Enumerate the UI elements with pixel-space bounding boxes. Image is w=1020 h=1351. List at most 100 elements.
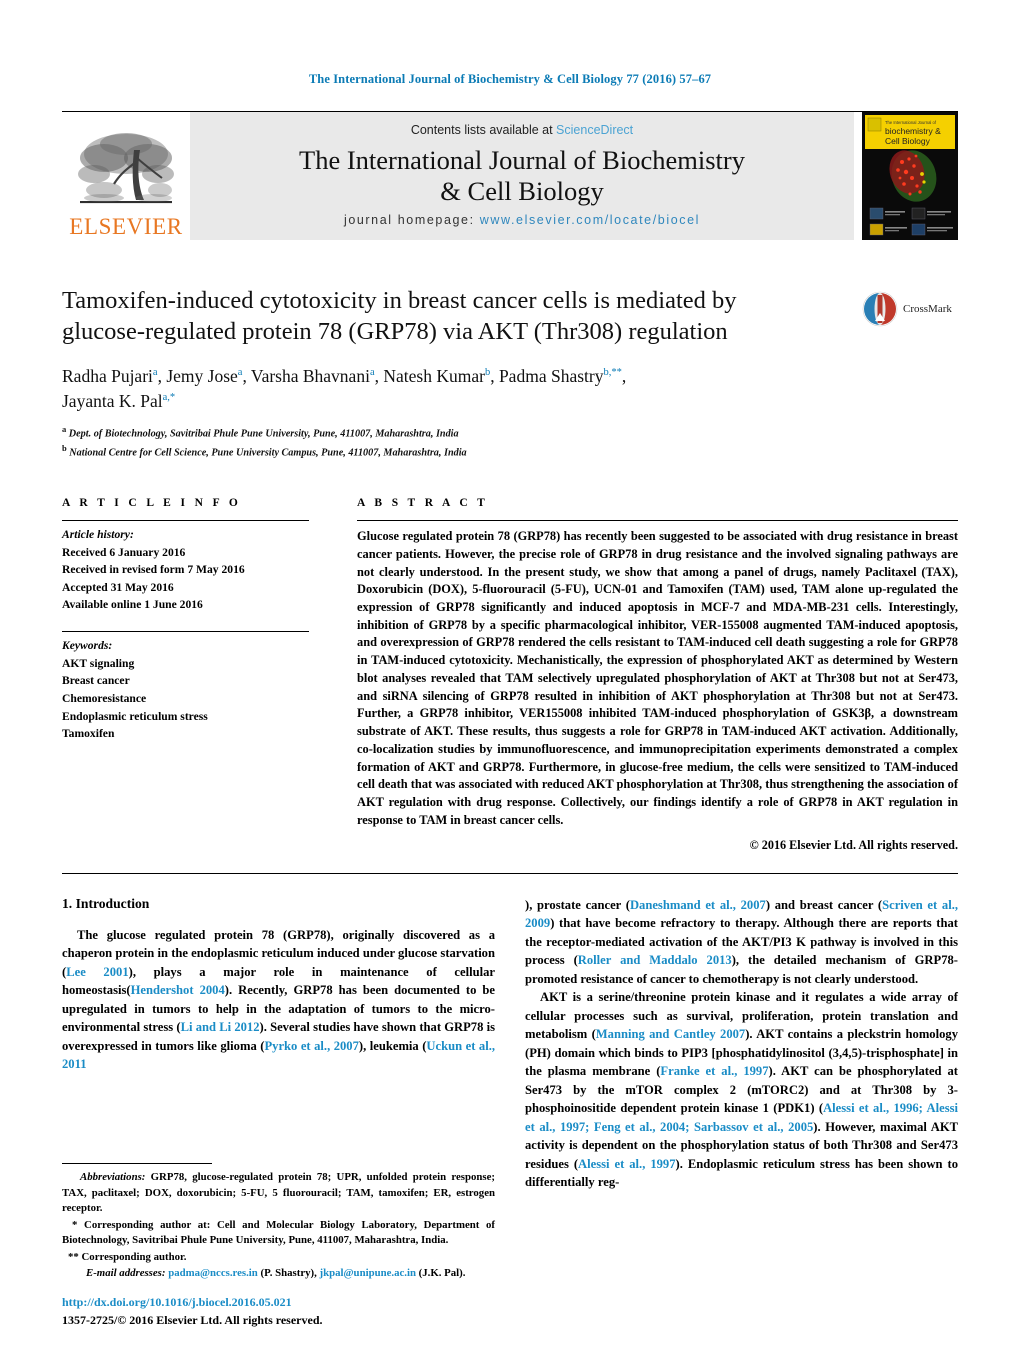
- sciencedirect-link[interactable]: ScienceDirect: [556, 123, 633, 137]
- author-item: Varsha Bhavnania: [251, 366, 375, 386]
- contents-lists-line: Contents lists available at ScienceDirec…: [411, 123, 633, 137]
- author-item: Jayanta K. Pala,*: [62, 391, 175, 411]
- affiliation-text: Dept. of Biotechnology, Savitribai Phule…: [68, 428, 459, 440]
- journal-cover-thumbnail: The International Journal of biochemistr…: [862, 112, 958, 240]
- author-name: Natesh Kumar: [383, 366, 485, 386]
- abstract-copyright: © 2016 Elsevier Ltd. All rights reserved…: [749, 837, 958, 852]
- abstract-rule: [357, 520, 958, 522]
- article-title-line-1: Tamoxifen-induced cytotoxicity in breast…: [62, 287, 737, 314]
- abstract-heading: A B S T R A C T: [357, 497, 489, 510]
- history-item: Received in revised form 7 May 2016: [62, 563, 245, 577]
- text-run: ), leukemia (: [358, 1038, 427, 1053]
- elsevier-logo: ELSEVIER: [62, 112, 190, 240]
- crossmark-badge[interactable]: CrossMark: [862, 288, 958, 330]
- citation-link[interactable]: Hendershot 2004: [131, 983, 225, 997]
- crossmark-icon: [862, 291, 898, 327]
- intro-paragraph-left: The glucose regulated protein 78 (GRP78)…: [62, 926, 495, 1074]
- author-name: Jayanta K. Pal: [62, 390, 163, 411]
- contents-prefix: Contents lists available at: [410, 122, 557, 137]
- svg-text:biochemistry &: biochemistry &: [885, 126, 941, 136]
- elsevier-wordmark: ELSEVIER: [69, 214, 183, 239]
- article-title-line-2: glucose-regulated protein 78 (GRP78) via…: [62, 317, 728, 345]
- info-abstract-section: A R T I C L E I N F O Article history: R…: [62, 497, 958, 852]
- author-name: Padma Shastry: [498, 366, 604, 386]
- abstract-column: A B S T R A C T Glucose regulated protei…: [352, 497, 958, 852]
- author-name: Varsha Bhavnani: [250, 366, 370, 386]
- journal-article-page: The International Journal of Biochemistr…: [0, 0, 1020, 1351]
- footnote-block: Abbreviations: GRP78, glucose-regulated …: [62, 1163, 495, 1283]
- article-info-heading: A R T I C L E I N F O: [62, 497, 242, 510]
- journal-cover-image: The International Journal of biochemistr…: [862, 112, 958, 240]
- email-link-shastry[interactable]: padma@nccs.res.in: [168, 1267, 258, 1279]
- article-info-rule: [62, 520, 309, 522]
- author-affil-marker: a,*: [162, 392, 176, 404]
- running-head: The International Journal of Biochemistr…: [308, 72, 712, 86]
- author-item: Jemy Josea: [166, 366, 242, 386]
- history-item: Received 6 January 2016: [62, 545, 186, 559]
- citation-link[interactable]: Li and Li 2012: [181, 1020, 260, 1034]
- intro-paragraph-right-1: ), prostate cancer (Daneshmand et al., 2…: [525, 896, 958, 989]
- body-columns: 1. Introduction The glucose regulated pr…: [62, 896, 958, 1192]
- page-title: Tamoxifen-induced cytotoxicity in breast…: [62, 286, 862, 347]
- citation-link[interactable]: Daneshmand et al., 2007: [630, 898, 766, 912]
- section-title-introduction: 1. Introduction: [62, 895, 150, 911]
- affiliation-list: a Dept. of Biotechnology, Savitribai Phu…: [62, 423, 958, 461]
- article-info-column: A R T I C L E I N F O Article history: R…: [62, 497, 352, 852]
- article-history-label: Article history:: [62, 528, 134, 542]
- citation-link[interactable]: Lee 2001: [66, 965, 128, 979]
- footnote-rule: [62, 1163, 212, 1165]
- body-column-left: 1. Introduction The glucose regulated pr…: [62, 896, 495, 1192]
- homepage-prefix: journal homepage:: [343, 213, 480, 228]
- text-run: ) and breast cancer (: [765, 897, 883, 912]
- keyword-item: Chemoresistance: [62, 691, 147, 705]
- abbreviations-label: Abbreviations:: [80, 1171, 146, 1184]
- keyword-item: Tamoxifen: [62, 727, 115, 741]
- citation-link[interactable]: Pyrko et al., 2007: [264, 1039, 358, 1053]
- history-item: Accepted 31 May 2016: [62, 580, 174, 594]
- citation-link[interactable]: Alessi et al., 1997: [578, 1157, 676, 1171]
- affiliation-text: National Centre for Cell Science, Pune U…: [69, 447, 467, 459]
- author-affil-marker: a: [152, 367, 158, 379]
- body-column-right: ), prostate cancer (Daneshmand et al., 2…: [525, 896, 958, 1192]
- footnote-emails: E-mail addresses: padma@nccs.res.in (P. …: [62, 1266, 495, 1282]
- journal-title: The International Journal of Biochemistr…: [299, 145, 745, 208]
- doi-block: http://dx.doi.org/10.1016/j.biocel.2016.…: [62, 1294, 323, 1329]
- email-link-pal[interactable]: jkpal@unipune.ac.in: [320, 1267, 416, 1279]
- affiliation-marker: b: [62, 442, 67, 453]
- keyword-item: AKT signaling: [62, 656, 135, 670]
- citation-link[interactable]: Roller and Maddalo 2013: [578, 953, 732, 967]
- affiliation-marker: a: [62, 423, 67, 434]
- masthead-center: Contents lists available at ScienceDirec…: [190, 112, 854, 240]
- author-name: Radha Pujari: [62, 366, 153, 386]
- author-affil-marker: b: [484, 367, 491, 379]
- abstract-text: Glucose regulated protein 78 (GRP78) has…: [357, 529, 958, 827]
- journal-title-line-1: The International Journal of Biochemistr…: [299, 144, 745, 175]
- citation-link[interactable]: Franke et al., 1997: [660, 1064, 768, 1078]
- keywords-rule: [62, 631, 309, 633]
- body-divider: [62, 872, 958, 874]
- author-item: Radha Pujaria: [62, 366, 158, 386]
- doi-link[interactable]: http://dx.doi.org/10.1016/j.biocel.2016.…: [62, 1294, 323, 1311]
- keyword-item: Endoplasmic reticulum stress: [62, 709, 208, 723]
- journal-homepage-link[interactable]: www.elsevier.com/locate/biocel: [480, 213, 700, 227]
- title-block: Tamoxifen-induced cytotoxicity in breast…: [62, 286, 958, 348]
- journal-homepage-line: journal homepage: www.elsevier.com/locat…: [344, 213, 700, 227]
- svg-text:The International Journal of: The International Journal of: [885, 120, 937, 125]
- affiliation-item: a Dept. of Biotechnology, Savitribai Phu…: [62, 423, 958, 442]
- journal-masthead: ELSEVIER Contents lists available at Sci…: [62, 111, 958, 240]
- author-list: Radha Pujaria, Jemy Josea, Varsha Bhavna…: [62, 366, 627, 411]
- email-label: E-mail addresses:: [86, 1267, 166, 1280]
- article-history-block: Article history: Received 6 January 2016…: [62, 526, 352, 614]
- email-owner-1: (P. Shastry),: [257, 1267, 320, 1280]
- elsevier-tree-icon: [78, 133, 174, 204]
- citation-link[interactable]: Manning and Cantley 2007: [596, 1027, 745, 1041]
- crossmark-label: CrossMark: [903, 303, 952, 315]
- svg-text:Cell Biology: Cell Biology: [885, 136, 931, 146]
- footnote-corresponding-1: * Corresponding author at: Cell and Mole…: [62, 1218, 495, 1247]
- text-run: ), prostate cancer (: [525, 897, 630, 912]
- keywords-label: Keywords:: [62, 639, 113, 653]
- footnote-abbreviations: Abbreviations: GRP78, glucose-regulated …: [62, 1170, 495, 1217]
- author-affil-marker: a: [369, 367, 375, 379]
- author-name: Jemy Jose: [166, 366, 238, 386]
